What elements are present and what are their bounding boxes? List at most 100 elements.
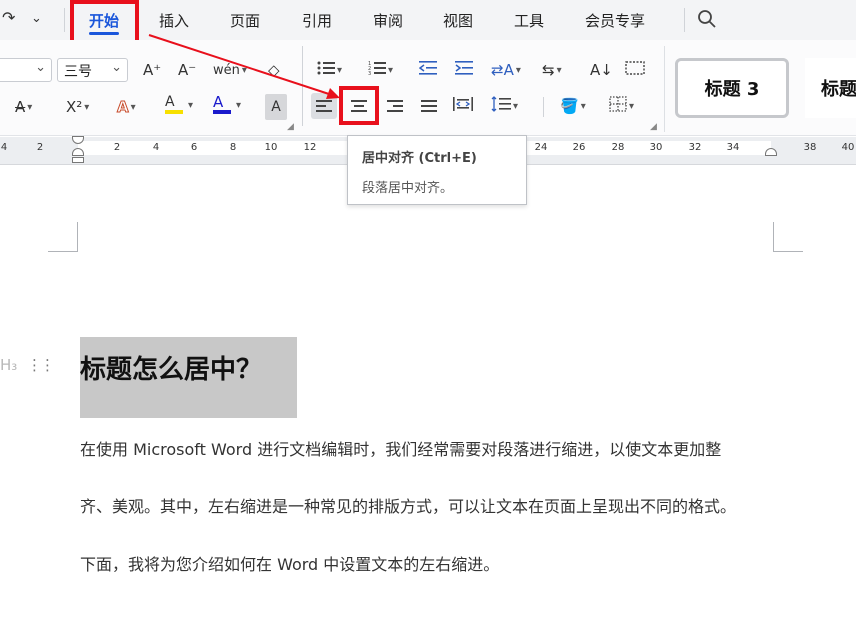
ruler-tick: 32 [688,142,702,153]
chevron-down-icon: ▾ [130,101,136,113]
borders-button[interactable]: ▾ [609,93,634,119]
chevron-down-icon[interactable]: ▾ [188,100,193,111]
ruler-tick: 2 [113,142,121,153]
divider [302,46,303,126]
font-size-combo[interactable]: 三号 ⌄ [57,58,128,82]
phonetic-button[interactable]: wén ▾ [213,57,247,83]
superscript-button[interactable]: X² ▾ [66,94,89,120]
tab-references[interactable]: 引用 [302,10,332,31]
grow-font-button[interactable]: A⁺ [143,57,161,83]
align-right-button[interactable] [382,93,408,119]
shrink-font-button[interactable]: A⁻ [178,57,196,83]
drag-handle-icon[interactable]: ⋮⋮ [27,356,55,374]
tab-member[interactable]: 会员专享 [585,10,645,31]
heading-level-marker: H₃ [0,356,18,374]
font-color-bar [213,110,231,114]
phonetic-label: wén [213,62,240,78]
chevron-down-icon: ▾ [580,100,586,112]
highlight-button[interactable]: A [165,94,183,120]
shading-button[interactable]: 🪣 ▾ [560,93,586,119]
char-shading-button[interactable]: A [265,94,287,120]
crop-mark [773,222,803,252]
clear-format-button[interactable]: ◇ [268,57,280,83]
style-heading-label: 标题 [821,79,856,100]
document-page[interactable]: H₃ ⋮⋮ 标题怎么居中？ 在使用 Microsoft Word 进行文档编辑时… [0,166,856,641]
bullet-list-icon [317,60,335,80]
paragraph-dialog-launcher-icon[interactable]: ◢ [650,122,657,132]
highlight-box-tab [70,0,139,44]
hanging-indent-marker[interactable] [72,148,84,156]
highlight-color-bar [165,110,183,114]
wrap-icon: ⇆ [542,61,555,79]
show-marks-button[interactable] [625,57,645,83]
ruler-tick: 4 [0,142,8,153]
search-icon[interactable] [697,9,717,33]
text-direction-button[interactable]: ⇄A ▾ [491,57,521,83]
tab-view[interactable]: 视图 [443,10,473,31]
ruler-tick: 4 [152,142,160,153]
chevron-down-icon: ⌄ [111,60,122,75]
table-dotted-icon [625,60,645,80]
left-indent-marker[interactable] [72,157,84,163]
ruler-tick: 24 [534,142,548,153]
tab-tools[interactable]: 工具 [514,10,544,31]
ruler-tick: 30 [649,142,663,153]
paragraph-line[interactable]: 齐、美观。其中，左右缩进是一种常见的排版方式，可以让文本在页面上呈现出不同的格式… [80,493,736,517]
font-dialog-launcher-icon[interactable]: ◢ [287,122,294,132]
font-size-value: 三号 [64,64,92,80]
line-wrap-button[interactable]: ⇆ ▾ [542,57,562,83]
chevron-down-icon[interactable]: ▾ [236,100,241,111]
tooltip: 居中对齐 (Ctrl+E) 段落居中对齐。 [347,135,527,205]
right-indent-marker[interactable] [765,148,777,156]
paragraph-line[interactable]: 在使用 Microsoft Word 进行文档编辑时，我们经常需要对段落进行缩进… [80,436,721,460]
ruler-tick: 34 [726,142,740,153]
border-icon [609,96,627,116]
paragraph-line[interactable]: 下面，我将为您介绍如何在 Word 中设置文本的左右缩进。 [80,551,499,575]
style-heading-3[interactable]: 标题 3 [675,58,789,118]
style-heading[interactable]: 标题 [805,58,856,118]
tooltip-description: 段落居中对齐。 [362,181,454,196]
distributed-align-icon [453,96,473,116]
heading[interactable]: 标题怎么居中？ [80,349,262,386]
tab-page[interactable]: 页面 [230,10,260,31]
ruler-tick: 6 [190,142,198,153]
chevron-down-icon: ▾ [629,100,635,112]
highlight-box-center [339,86,379,125]
style-gallery: 标题 3 标题 [664,46,856,132]
divider [64,8,65,32]
ruler-tick: 28 [611,142,625,153]
distributed-align-button[interactable] [453,93,473,119]
align-left-icon [316,99,332,113]
shrink-font-label: A⁻ [178,61,197,79]
crop-mark [48,222,78,252]
chevron-down-icon: ▾ [84,101,90,113]
justify-icon [421,99,437,113]
numbered-list-button[interactable]: 1 2 3 ▾ [368,57,393,83]
strikethrough-button[interactable]: A ▾ [15,94,32,120]
eraser-icon: ◇ [268,61,280,79]
ruler-tick: 2 [36,142,44,153]
decrease-indent-icon [418,60,437,80]
font-name-combo[interactable]: ⌄ [0,58,52,82]
bullet-list-button[interactable]: ▾ [317,57,342,83]
increase-indent-icon [455,60,473,80]
grow-font-label: A⁺ [143,61,162,79]
redo-icon[interactable]: ↷ [2,8,15,27]
line-spacing-button[interactable]: ▾ [491,93,518,119]
justify-button[interactable] [416,93,442,119]
tab-review[interactable]: 审阅 [373,10,403,31]
tooltip-title: 居中对齐 (Ctrl+E) [362,151,477,166]
chevron-down-icon: ▾ [515,64,521,76]
chevron-down-icon: ▾ [388,64,394,76]
ruler-tick: 38 [803,142,817,153]
chevron-down-icon[interactable]: ⌄ [31,11,42,26]
font-color-button[interactable]: A [213,94,231,120]
align-left-button[interactable] [311,93,337,119]
increase-indent-button[interactable] [455,57,473,83]
divider [543,97,544,117]
tab-insert[interactable]: 插入 [159,10,189,31]
style-heading-3-label: 标题 3 [704,79,760,100]
text-effect-button[interactable]: A ▾ [117,94,136,120]
sort-button[interactable]: A↓ [590,57,613,83]
decrease-indent-button[interactable] [418,57,437,83]
